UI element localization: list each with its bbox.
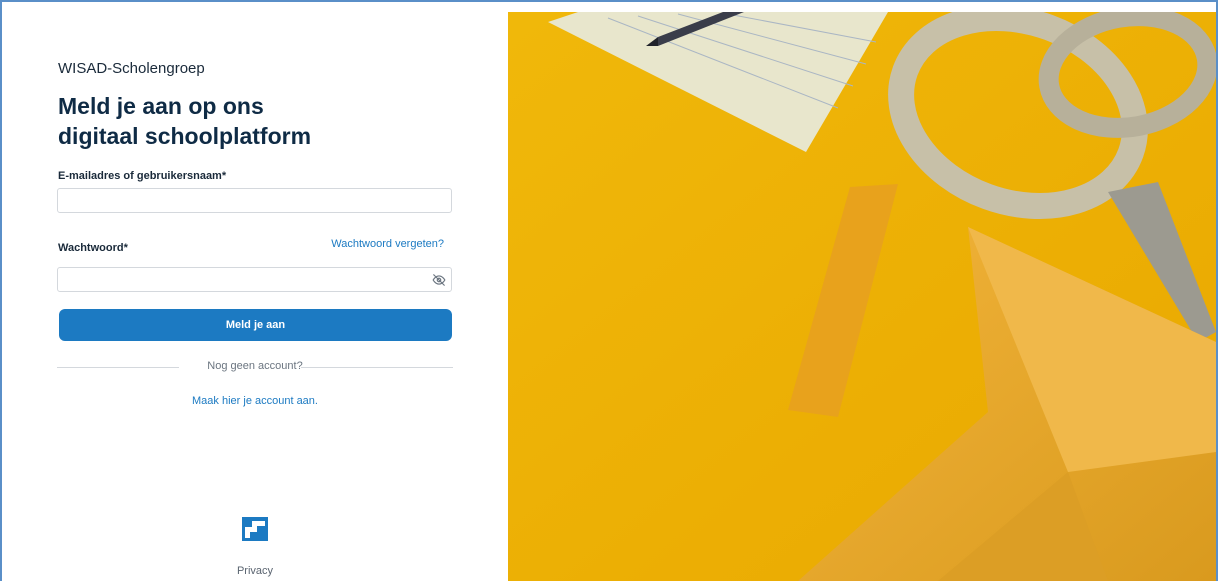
page-title: Meld je aan op ons digitaal schoolplatfo…: [58, 91, 458, 151]
login-panel: WISAD-Scholengroep Meld je aan op ons di…: [2, 2, 508, 581]
privacy-link[interactable]: Privacy: [2, 565, 508, 577]
page-title-line-2: digitaal schoolplatform: [58, 123, 312, 149]
organization-name: WISAD-Scholengroep: [58, 60, 205, 77]
create-account-link[interactable]: Maak hier je account aan.: [57, 395, 453, 407]
hero-photo: [508, 12, 1216, 581]
password-input[interactable]: [57, 267, 452, 292]
stationery-illustration: [508, 12, 1216, 581]
divider: Nog geen account?: [57, 359, 453, 375]
forgot-password-link[interactable]: Wachtwoord vergeten?: [331, 238, 444, 250]
page-title-line-1: Meld je aan op ons: [58, 93, 264, 119]
password-label: Wachtwoord*: [58, 242, 128, 254]
login-button[interactable]: Meld je aan: [59, 309, 452, 341]
eye-off-icon[interactable]: [432, 273, 446, 287]
divider-text: Nog geen account?: [207, 360, 303, 372]
username-label: E-mailadres of gebruikersnaam*: [58, 170, 227, 182]
username-input[interactable]: [57, 188, 452, 213]
school-logo-icon: [242, 517, 268, 541]
